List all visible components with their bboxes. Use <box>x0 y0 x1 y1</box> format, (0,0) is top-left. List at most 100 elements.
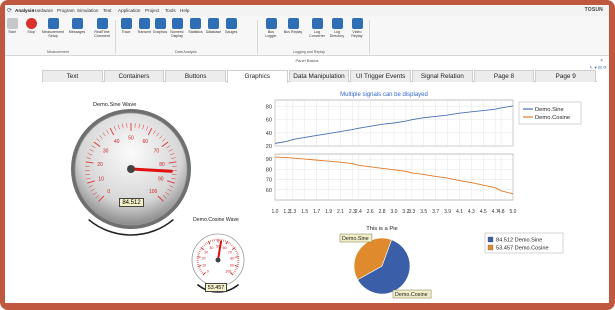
line-chart-title: Multiple signals can be displayed <box>340 92 428 98</box>
ribbon-label: Log Converter <box>309 30 325 38</box>
ribbon-label: Database <box>205 30 222 34</box>
gauge-tick <box>196 256 201 258</box>
pie-chart[interactable]: This is a Pie 84.512 Demo.Sine 53.457 Demo… <box>335 221 605 303</box>
gauges-button[interactable]: Gauges <box>223 18 239 34</box>
gauge-tick <box>235 256 240 258</box>
database-icon <box>208 18 219 29</box>
tab-page-9[interactable]: Page 9 <box>535 70 596 82</box>
realtime-comment-button[interactable]: RealTime Comment <box>89 18 115 38</box>
y-tick-label: 20 <box>266 144 272 150</box>
bus-replay-button[interactable]: Bus Replay <box>282 18 304 34</box>
menu-item-application[interactable]: Application <box>118 8 140 13</box>
graphics-button[interactable]: Graphics <box>152 18 168 34</box>
messages-button[interactable]: Messages <box>67 18 87 34</box>
gauge-sine[interactable]: 010 20 30 40 50 60 70 80 90100 <box>65 109 197 237</box>
stop-icon <box>25 18 37 29</box>
menu-item-help[interactable]: Help <box>180 8 189 13</box>
gauge-tick-label: 20 <box>202 257 206 261</box>
menu-item-project[interactable]: Project <box>145 8 159 13</box>
tab-buttons[interactable]: Buttons <box>165 70 226 82</box>
y-tick-label: 40 <box>266 131 272 137</box>
menu-item-test[interactable]: Test <box>103 8 111 13</box>
bus-logger-button[interactable]: Bus Logger <box>262 18 280 38</box>
pie-tooltip-demo-sine: Demo.Sine <box>339 233 373 243</box>
x-tick-label: 4.8 <box>498 209 505 215</box>
start-icon <box>6 18 18 29</box>
x-tick-label: 4.1 <box>456 209 463 215</box>
transmit-icon <box>138 18 150 29</box>
y-tick-label: 70 <box>266 178 272 184</box>
transmit-button[interactable]: Transmit <box>136 18 152 34</box>
log-converter-icon <box>311 18 323 29</box>
menu-item-hardware[interactable]: Hardware <box>33 8 53 13</box>
menu-item-tools[interactable]: Tools <box>165 8 176 13</box>
stop-button[interactable]: Stop <box>24 18 38 34</box>
legend-label: Demo.Sine <box>535 107 564 113</box>
ribbon-separator <box>115 20 116 54</box>
tab-page-8[interactable]: Page 8 <box>473 70 535 82</box>
x-tick-label: 2.8 <box>379 209 386 215</box>
ribbon-label: Start <box>8 30 16 34</box>
ribbon-label: Measurement Setup <box>42 30 64 38</box>
pie-title: This is a Pie <box>366 226 398 232</box>
menu-item-simulation[interactable]: Simulation <box>77 8 98 13</box>
x-tick-label: 5.0 <box>510 209 517 215</box>
tab-signal-relation[interactable]: Signal Relation <box>412 70 473 82</box>
realtime-comment-icon <box>96 18 108 29</box>
statistics-button[interactable]: Statistics <box>187 18 204 34</box>
pie-tooltip-label: Demo.Sine <box>342 236 369 242</box>
gauge-hub <box>127 165 135 173</box>
menu-item-program[interactable]: Program <box>57 8 75 13</box>
gauge-tick-label: 30 <box>103 149 109 155</box>
x-tick-label: 1.9 <box>325 209 332 215</box>
x-tick-label: 1.3 <box>289 209 296 215</box>
video-replay-button[interactable]: Video Replay <box>348 18 366 38</box>
application-window: ⟳ Analysis Hardware Program Simulation Test A… <box>5 5 609 303</box>
gauge-tick-label: 50 <box>128 136 134 142</box>
panel-close-icon[interactable]: × <box>600 58 603 64</box>
x-tick-label: 1.0 <box>272 209 279 215</box>
ribbon-label: Numeric Display <box>170 30 184 38</box>
gauges-icon <box>225 18 237 29</box>
measurement-setup-button[interactable]: Measurement Setup <box>41 18 65 38</box>
tab-ui-trigger-events[interactable]: UI Trigger Events <box>350 70 411 82</box>
ribbon-label: Statistics <box>188 30 203 34</box>
tab-data-manipulation[interactable]: Data Manipulation <box>288 70 350 82</box>
brand-logo: TOSUN <box>584 7 603 13</box>
ribbon-separator <box>257 20 258 54</box>
bus-logger-icon <box>265 18 277 29</box>
gauge-tick-label: 60 <box>223 246 227 250</box>
gauge-tick-label: 40 <box>114 139 120 145</box>
ribbon-label: Messages <box>68 30 86 34</box>
gauge-tick-label: 10 <box>98 177 104 183</box>
ribbon-group-measurement: Measurement <box>47 50 69 54</box>
pie-tooltip-demo-cosine: Demo.Cosine <box>392 289 432 299</box>
tab-graphics[interactable]: Graphics <box>227 70 288 83</box>
tab-containers[interactable]: Containers <box>103 70 165 82</box>
ribbon-toolbar: Start Stop Measurement Setup Messages RealTi… <box>5 16 609 56</box>
log-converter-button[interactable]: Log Converter <box>308 18 326 38</box>
x-tick-label: 2.6 <box>367 209 374 215</box>
start-button[interactable]: Start <box>5 18 19 34</box>
gauge-tick-label: 80 <box>159 162 165 168</box>
y-tick-label: 90 <box>266 157 272 163</box>
line-chart[interactable]: Multiple signals can be displayed 80 60 40 2… <box>249 87 606 218</box>
menu-bar: ⟳ Analysis Hardware Program Simulation Test A… <box>5 5 609 16</box>
pie-legend-label: 53.457 Demo.Cosine <box>496 246 549 252</box>
numeric-display-button[interactable]: Numeric Display <box>168 18 186 38</box>
legend-label: Demo.Cosine <box>535 115 570 121</box>
quick-access-icon[interactable]: ⟳ <box>7 7 12 14</box>
menu-item-analysis[interactable]: Analysis <box>15 8 34 13</box>
trace-button[interactable]: Trace <box>118 18 134 34</box>
database-button[interactable]: Database <box>205 18 222 34</box>
tab-text[interactable]: Text <box>42 70 103 82</box>
ribbon-label: Bus Replay <box>283 30 303 34</box>
panel-title: Panel Basics <box>295 58 319 63</box>
gauge-sine-value: 84.512 <box>119 198 144 207</box>
log-directory-button[interactable]: Log Directory <box>328 18 346 38</box>
video-replay-icon <box>351 18 363 29</box>
gauge-tick-label: 100 <box>225 269 231 273</box>
messages-icon <box>71 18 83 29</box>
x-tick-label: 3.5 <box>420 209 427 215</box>
gauge-tick-label: 90 <box>158 177 164 183</box>
